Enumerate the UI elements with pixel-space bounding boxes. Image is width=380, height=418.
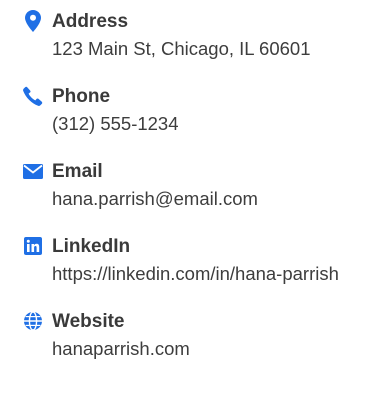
- phone-icon: [22, 85, 44, 107]
- email-label: Email: [52, 161, 103, 182]
- website-value[interactable]: hanaparrish.com: [52, 335, 352, 363]
- email-value[interactable]: hana.parrish@email.com: [52, 185, 352, 213]
- linkedin-label: LinkedIn: [52, 236, 131, 257]
- contact-info-list: Address 123 Main St, Chicago, IL 60601 P…: [0, 0, 380, 418]
- phone-label: Phone: [52, 86, 111, 107]
- linkedin-value[interactable]: https://linkedin.com/in/hana-parrish: [52, 260, 352, 288]
- address-label: Address: [52, 11, 129, 32]
- globe-icon: [22, 310, 44, 332]
- contact-item-phone: Phone (312) 555-1234: [22, 85, 380, 138]
- phone-value[interactable]: (312) 555-1234: [52, 110, 352, 138]
- contact-item-email: Email hana.parrish@email.com: [22, 160, 380, 213]
- address-value: 123 Main St, Chicago, IL 60601: [52, 38, 311, 59]
- contact-item-address: Address 123 Main St, Chicago, IL 60601: [22, 10, 380, 63]
- location-pin-icon: [22, 10, 44, 32]
- contact-item-linkedin: LinkedIn https://linkedin.com/in/hana-pa…: [22, 235, 380, 288]
- website-label: Website: [52, 311, 125, 332]
- envelope-icon: [22, 160, 44, 182]
- linkedin-icon: [22, 235, 44, 257]
- contact-item-website: Website hanaparrish.com: [22, 310, 380, 363]
